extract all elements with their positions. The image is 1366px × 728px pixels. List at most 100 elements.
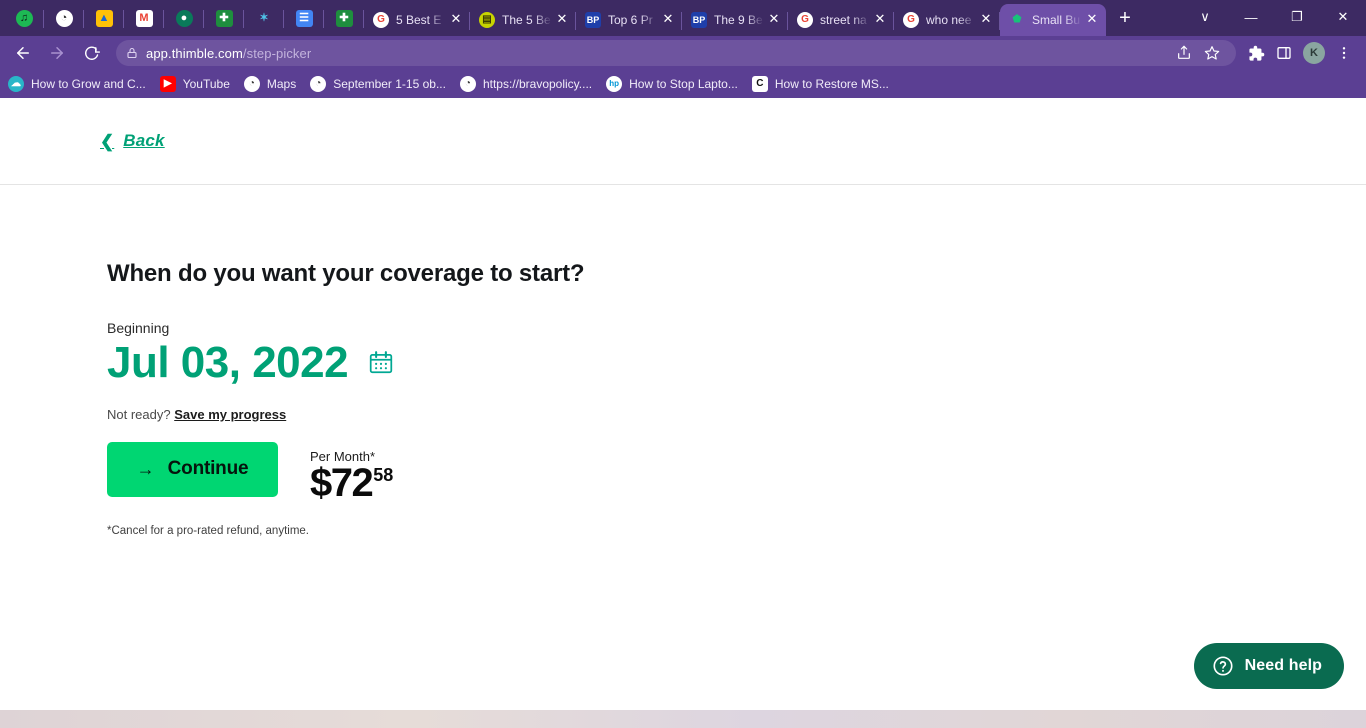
continue-button-label: Continue [167, 458, 249, 480]
bookmark-label: How to Grow and C... [31, 77, 146, 91]
bookmark-favicon-icon: ☁ [8, 76, 24, 92]
tab-title: The 9 Be [714, 13, 763, 27]
address-bar[interactable]: app.thimble.com/step-picker [116, 40, 1236, 66]
google-favicon-icon: G [903, 12, 919, 28]
site-yellow-favicon-icon: ▤ [479, 12, 495, 28]
bookmark-label: How to Restore MS... [774, 77, 889, 91]
date-picker-row[interactable]: Jul 03, 2022 [107, 338, 1366, 389]
browser-tab[interactable]: ▤ The 5 Be ✕ [470, 4, 576, 36]
pinned-tab-docs[interactable]: ☰ [284, 2, 324, 34]
bookmark-item[interactable]: hp How to Stop Lapto... [606, 76, 738, 92]
pinned-tab-sheets[interactable]: ✚ [204, 2, 244, 34]
page-content: ❮ Back When do you want your coverage to… [0, 98, 1366, 710]
browser-tab[interactable]: BP The 9 Be ✕ [682, 4, 788, 36]
browser-tab[interactable]: Gstreet na ✕ [788, 4, 894, 36]
tab-close-icon[interactable]: ✕ [448, 12, 464, 28]
price-cents: 58 [373, 464, 394, 485]
tab-close-icon[interactable]: ✕ [766, 12, 782, 28]
profile-avatar[interactable]: K [1303, 42, 1325, 64]
share-icon[interactable] [1170, 39, 1198, 67]
save-progress-row: Not ready? Save my progress [107, 407, 1366, 422]
bookmark-favicon-icon: ◔ [310, 76, 327, 92]
bookmark-star-icon[interactable] [1198, 39, 1226, 67]
globe-icon: ◔ [55, 9, 73, 27]
pinned-tabs: ♫ ◔ ▲ M ● ✚ ✶ ☰ ✚ [4, 0, 364, 36]
question-mark-icon [1213, 656, 1233, 676]
bookmark-item[interactable]: C How to Restore MS... [751, 76, 889, 92]
tab-close-icon[interactable]: ✕ [872, 12, 888, 28]
pinned-tab-globe[interactable]: ◔ [44, 2, 84, 34]
bookmark-favicon-icon: C [751, 76, 768, 92]
tab-title: The 5 Be [502, 13, 551, 27]
bookmark-item[interactable]: ☁ How to Grow and C... [8, 76, 146, 92]
bp-favicon-icon: BP [691, 12, 707, 28]
forward-nav-icon [42, 38, 72, 68]
need-help-button[interactable]: Need help [1193, 643, 1344, 689]
pinned-tab-gmail[interactable]: M [124, 2, 164, 34]
chrome-menu-icon[interactable] [1330, 39, 1358, 67]
browser-toolbar: app.thimble.com/step-picker K [0, 36, 1366, 70]
pinned-tab-sheets-2[interactable]: ✚ [324, 2, 364, 34]
back-link[interactable]: ❮ Back [100, 131, 165, 151]
omnibox-actions [1170, 39, 1226, 67]
not-ready-text: Not ready? [107, 406, 171, 422]
maximize-icon[interactable]: ❐ [1274, 0, 1320, 34]
bookmark-favicon-icon: ▶ [159, 76, 176, 92]
bookmark-label: https://bravopolicy.... [482, 77, 593, 91]
beginning-label: Beginning [107, 320, 170, 336]
bookmark-label: Maps [266, 77, 297, 91]
circle-green-icon: ● [175, 9, 193, 27]
save-my-progress-link[interactable]: Save my progress [174, 407, 286, 422]
url-path: /step-picker [242, 45, 312, 61]
pinned-tab-circle-green[interactable]: ● [164, 2, 204, 34]
chevron-left-icon: ❮ [100, 131, 115, 151]
os-taskbar [0, 710, 1366, 728]
bp-favicon-icon: BP [585, 12, 601, 28]
extensions-icon[interactable] [1242, 39, 1270, 67]
back-link-label: Back [123, 131, 165, 150]
tab-search-icon[interactable]: ∨ [1182, 0, 1228, 34]
bookmark-favicon-icon: ◔ [243, 76, 260, 92]
bookmark-label: How to Stop Lapto... [629, 77, 738, 91]
tab-strip: ♫ ◔ ▲ M ● ✚ ✶ ☰ ✚ G5 Best E ✕ ▤ The 5 Be ✕ BP Top 6 Pr… [0, 0, 1366, 36]
pinned-tab-bug[interactable]: ✶ [244, 2, 284, 34]
tab-title: Top 6 Pr [608, 13, 653, 27]
window-controls: ∨ — ❐ ✕ [1182, 0, 1366, 34]
tab-close-icon[interactable]: ✕ [554, 12, 570, 28]
bookmark-favicon-icon: ◔ [459, 76, 476, 92]
calendar-icon[interactable] [368, 350, 394, 381]
bookmark-item[interactable]: ◔ https://bravopolicy.... [459, 76, 593, 92]
coverage-start-date[interactable]: Jul 03, 2022 [107, 338, 349, 389]
price-value: $72 58 [310, 462, 393, 504]
minimize-icon[interactable]: — [1228, 0, 1274, 34]
new-tab-button[interactable]: + [1110, 4, 1140, 34]
tab-list: G5 Best E ✕ ▤ The 5 Be ✕ BP Top 6 Pr ✕ BP The 9 B… [364, 4, 1106, 36]
back-nav-icon[interactable] [8, 38, 38, 68]
step-picker-form: When do you want your coverage to start?… [0, 260, 1366, 537]
arrow-right-icon: → [136, 459, 155, 480]
pinned-tab-spotify[interactable]: ♫ [4, 2, 44, 34]
bookmark-favicon-icon: hp [606, 76, 623, 92]
price-block: Per Month* $72 58 [310, 442, 393, 504]
pinned-tab-google-drive[interactable]: ▲ [84, 2, 124, 34]
side-panel-icon[interactable] [1270, 39, 1298, 67]
tab-close-icon[interactable]: ✕ [1084, 12, 1100, 28]
browser-tab[interactable]: BP Top 6 Pr ✕ [576, 4, 682, 36]
sheets-2-icon: ✚ [335, 9, 353, 27]
browser-tab[interactable]: G 5 Best E ✕ [364, 4, 470, 36]
google-favicon-icon: G [797, 12, 813, 28]
bookmark-label: YouTube [182, 77, 230, 91]
browser-tab[interactable]: Gwho nee ✕ [894, 4, 1000, 36]
url-domain: app.thimble.com [146, 45, 243, 61]
tab-close-icon[interactable]: ✕ [978, 12, 994, 28]
lock-icon [127, 47, 137, 59]
browser-tab[interactable]: ⬟ Small Bu ✕ [1000, 4, 1106, 36]
reload-icon[interactable] [76, 38, 106, 68]
tab-title: 5 Best E [396, 13, 442, 27]
bookmark-item[interactable]: ◔ September 1-15 ob... [310, 76, 446, 92]
bookmark-item[interactable]: ◔ Maps [243, 76, 297, 92]
continue-button[interactable]: → Continue [107, 441, 278, 497]
close-window-icon[interactable]: ✕ [1320, 0, 1366, 34]
tab-close-icon[interactable]: ✕ [660, 12, 676, 28]
bookmark-item[interactable]: ▶ YouTube [159, 76, 230, 92]
